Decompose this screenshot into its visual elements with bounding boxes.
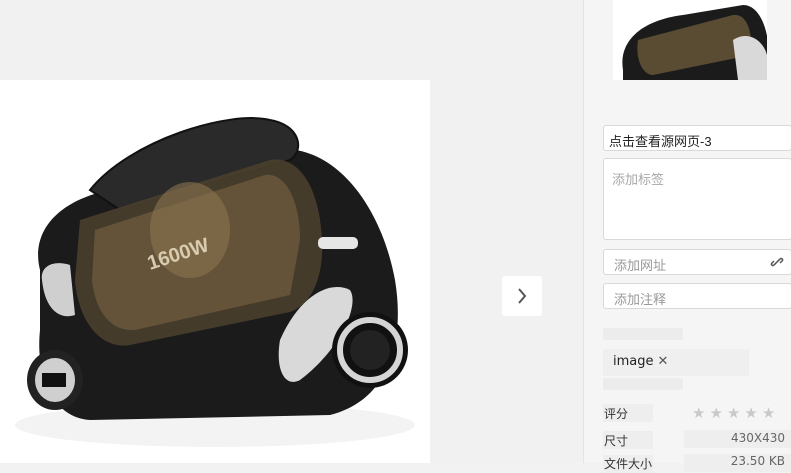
chevron-right-icon: [518, 288, 527, 304]
next-image-button[interactable]: [502, 276, 542, 316]
star-icon[interactable]: ★: [744, 404, 757, 422]
filesize-value: 23.50 KB: [730, 454, 785, 468]
tag-chip[interactable]: image ✕: [603, 349, 749, 376]
rating-stars[interactable]: ★ ★ ★ ★ ★: [692, 404, 775, 422]
filesize-label: 文件大小: [604, 457, 653, 471]
rating-label: 评分: [604, 407, 629, 421]
note-input[interactable]: 添加注释: [603, 283, 791, 309]
link-icon[interactable]: [769, 255, 785, 269]
tag-remove-icon[interactable]: ✕: [658, 354, 669, 369]
star-icon[interactable]: ★: [692, 404, 705, 422]
tags-input[interactable]: 添加标签: [603, 158, 791, 240]
image-stage: 1600W: [0, 0, 583, 463]
thumbnail-image: [622, 5, 767, 80]
url-input[interactable]: 添加网址: [603, 249, 791, 275]
tag-chip-label: image: [613, 354, 654, 369]
star-icon[interactable]: ★: [727, 404, 740, 422]
size-value: 430X430: [730, 431, 785, 445]
url-placeholder: 添加网址: [614, 258, 667, 273]
folder-label-placeholder: [603, 328, 683, 340]
size-label: 尺寸: [604, 434, 629, 448]
vacuum-cleaner-image: 1600W: [15, 117, 415, 447]
star-icon[interactable]: ★: [762, 404, 775, 422]
image-thumbnail[interactable]: [613, 0, 767, 80]
source-title-field[interactable]: 点击查看源网页-3: [603, 125, 791, 151]
product-image: 1600W: [0, 80, 430, 463]
star-icon[interactable]: ★: [709, 404, 722, 422]
info-panel: 点击查看源网页-3 添加标签 添加网址 添加注释 image ✕ 评分 ★ ★ ★…: [583, 0, 791, 473]
tag-section-placeholder: [603, 378, 683, 390]
